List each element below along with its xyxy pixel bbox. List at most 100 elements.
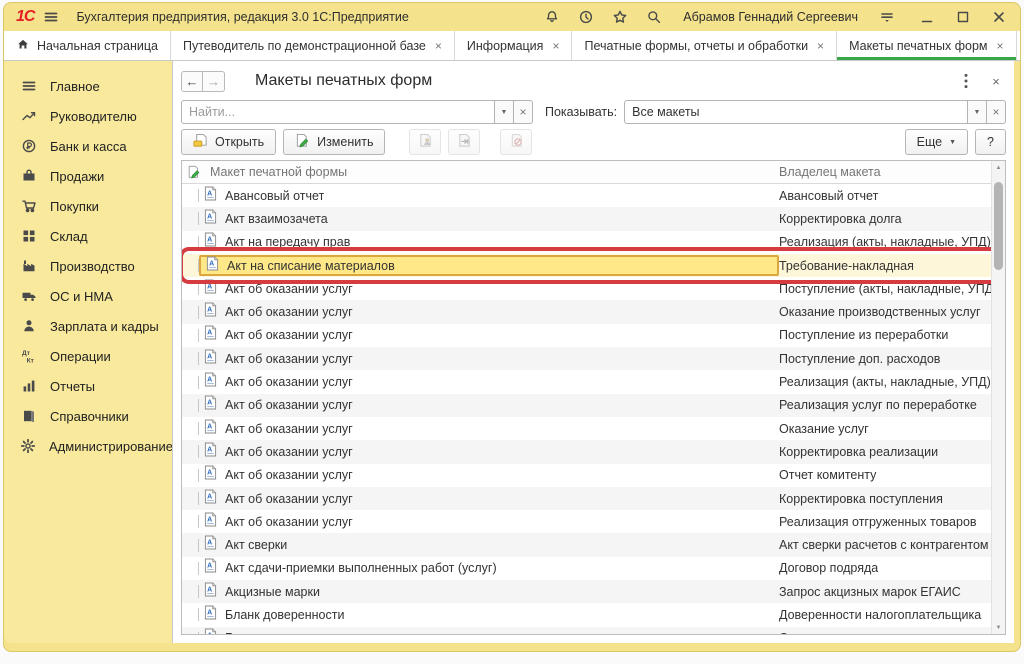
show-filter-value[interactable]: Все макеты <box>624 100 968 124</box>
close-form-icon[interactable]: × <box>986 71 1006 91</box>
close-tab-icon[interactable]: × <box>552 39 559 53</box>
save-template-button[interactable] <box>448 129 480 155</box>
settings-icon[interactable] <box>878 8 896 26</box>
edit-button[interactable]: Изменить <box>283 129 385 155</box>
table-row[interactable]: ААкт об оказании услугПоступление из пер… <box>182 324 1005 347</box>
more-button[interactable]: Еще ▼ <box>905 129 968 155</box>
table-row[interactable]: ААкт сверкиАкт сверки расчетов с контраг… <box>182 533 1005 556</box>
search-icon[interactable] <box>645 8 663 26</box>
scroll-up-icon[interactable]: ▲ <box>996 161 1002 174</box>
sidebar-item-menu[interactable]: Главное <box>4 71 172 101</box>
load-template-button[interactable] <box>409 129 441 155</box>
sidebar-item-gear[interactable]: Администрирование <box>4 431 172 461</box>
template-doc-icon: А <box>204 419 217 439</box>
help-button[interactable]: ? <box>975 129 1006 155</box>
table-row[interactable]: ААвансовый отчетАвансовый отчет <box>182 184 1005 207</box>
sidebar-item-trend[interactable]: Руководителю <box>4 101 172 131</box>
svg-text:А: А <box>207 540 212 547</box>
sidebar-item-label: Главное <box>50 79 100 94</box>
template-doc-icon: А <box>204 209 217 229</box>
main-menu-icon[interactable] <box>42 8 60 26</box>
remove-template-button[interactable] <box>500 129 532 155</box>
svg-text:Кт: Кт <box>26 357 34 364</box>
table-row[interactable]: ААкт об оказании услугКорректировка пост… <box>182 487 1005 510</box>
table-row[interactable]: ААкт на передачу правРеализация (акты, н… <box>182 231 1005 254</box>
tab-3[interactable]: Печатные формы, отчеты и обработки× <box>572 31 837 60</box>
chart-icon <box>20 378 37 395</box>
sidebar-item-chart[interactable]: Отчеты <box>4 371 172 401</box>
forward-button[interactable]: → <box>203 71 225 92</box>
scroll-track[interactable] <box>992 174 1005 621</box>
favorites-icon[interactable] <box>611 8 629 26</box>
close-tab-icon[interactable]: × <box>997 39 1004 53</box>
sidebar-item-book[interactable]: Справочники <box>4 401 172 431</box>
sidebar-item-production[interactable]: Производство <box>4 251 172 281</box>
table-row[interactable]: ААкт об оказании услугПоступление доп. р… <box>182 347 1005 370</box>
template-name: Акцизные марки <box>225 585 320 599</box>
notifications-icon[interactable] <box>543 8 561 26</box>
maximize-icon[interactable] <box>954 8 972 26</box>
template-doc-icon: А <box>204 302 217 322</box>
template-name: Акт об оказании услуг <box>225 398 353 412</box>
sidebar-item-purchases[interactable]: Покупки <box>4 191 172 221</box>
column-header-template[interactable]: Макет печатной формы <box>206 165 779 179</box>
close-tab-icon[interactable]: × <box>435 39 442 53</box>
search-clear-icon[interactable]: × <box>514 100 533 124</box>
templates-table: Макет печатной формы Владелец макета ААв… <box>181 160 1006 635</box>
template-owner: Авансовый отчет <box>779 189 991 203</box>
template-doc-icon: А <box>204 489 217 509</box>
table-row[interactable]: ААкт взаимозачетаКорректировка долга <box>182 207 1005 230</box>
close-window-icon[interactable] <box>990 8 1008 26</box>
template-name: Акт на передачу прав <box>225 235 350 249</box>
history-icon[interactable] <box>577 8 595 26</box>
scroll-down-icon[interactable]: ▼ <box>996 621 1002 634</box>
template-owner: Требование-накладная <box>779 259 991 273</box>
tab-2[interactable]: Информация× <box>455 31 573 60</box>
table-row[interactable]: ААкцизные маркиЗапрос акцизных марок ЕГА… <box>182 580 1005 603</box>
table-row[interactable]: ААкт об оказании услугРеализация (акты, … <box>182 370 1005 393</box>
sidebar-item-truck[interactable]: ОС и НМА <box>4 281 172 311</box>
search-dropdown-icon[interactable]: ▼ <box>495 100 514 124</box>
template-name: Акт взаимозачета <box>225 212 328 226</box>
table-row[interactable]: ААкт об оказании услугОказание услуг <box>182 417 1005 440</box>
tab-active-4[interactable]: Макеты печатных форм× <box>837 31 1016 60</box>
tab-1[interactable]: Путеводитель по демонстрационной базе× <box>171 31 455 60</box>
table-row[interactable]: ААкт об оказании услугРеализация услуг п… <box>182 394 1005 417</box>
template-name: Акт об оказании услуг <box>225 352 353 366</box>
table-row[interactable]: ААкт об оказании услугОтчет комитенту <box>182 464 1005 487</box>
show-clear-icon[interactable]: × <box>987 100 1006 124</box>
table-row-selected[interactable]: ААкт на списание материаловТребование-на… <box>182 254 1005 277</box>
scroll-thumb[interactable] <box>994 182 1003 270</box>
remove-template-icon <box>509 133 524 151</box>
back-button[interactable]: ← <box>181 71 203 92</box>
sidebar-item-bank[interactable]: Банк и касса <box>4 131 172 161</box>
sidebar-item-sales[interactable]: Продажи <box>4 161 172 191</box>
sidebar-item-person[interactable]: Зарплата и кадры <box>4 311 172 341</box>
table-row[interactable]: ААкт сдачи-приемки выполненных работ (ус… <box>182 557 1005 580</box>
table-row[interactable]: ААкт об оказании услугРеализация отгруже… <box>182 510 1005 533</box>
show-dropdown-icon[interactable]: ▼ <box>968 100 987 124</box>
gear-icon <box>20 438 36 455</box>
vertical-scrollbar[interactable]: ▲ ▼ <box>991 161 1005 634</box>
table-row[interactable]: ААкт об оказании услугПоступление (акты,… <box>182 277 1005 300</box>
template-doc-icon: А <box>204 395 217 415</box>
form-more-icon[interactable] <box>956 71 976 91</box>
search-input[interactable] <box>181 100 495 124</box>
table-row[interactable]: ААкт об оказании услугКорректировка реал… <box>182 440 1005 463</box>
current-user[interactable]: Абрамов Геннадий Сергеевич <box>683 10 858 24</box>
column-header-owner[interactable]: Владелец макета <box>779 165 991 179</box>
close-tab-icon[interactable]: × <box>817 39 824 53</box>
tab-0[interactable]: Начальная страница <box>4 31 171 60</box>
minimize-icon[interactable] <box>918 8 936 26</box>
sidebar-item-label: Зарплата и кадры <box>50 319 159 334</box>
table-row[interactable]: АБланк доверенностиДоверенности налогопл… <box>182 603 1005 626</box>
sidebar-item-warehouse[interactable]: Склад <box>4 221 172 251</box>
sidebar-item-dtkt[interactable]: ДтКт Операции <box>4 341 172 371</box>
table-row[interactable]: АБухгалтерская справкаОперация <box>182 627 1005 635</box>
sidebar-item-label: Операции <box>50 349 111 364</box>
table-row[interactable]: ААкт об оказании услугОказание производс… <box>182 300 1005 323</box>
sidebar: Главное РуководителюБанк и кассаПродажиПо… <box>4 61 172 643</box>
svg-text:А: А <box>207 493 212 500</box>
svg-text:Дт: Дт <box>22 350 31 357</box>
open-button[interactable]: Открыть <box>181 129 276 155</box>
